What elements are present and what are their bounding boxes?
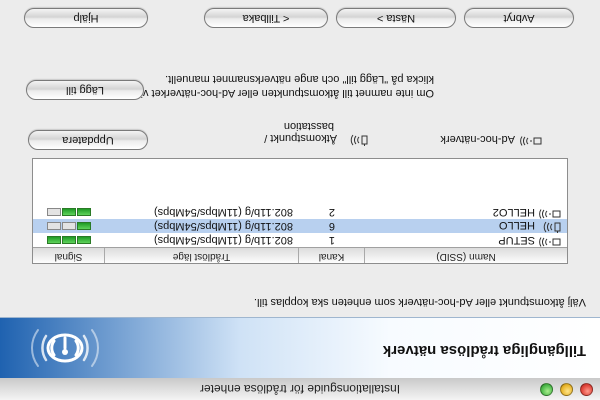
adhoc-network-icon: [518, 133, 542, 146]
signal-bar: [77, 208, 91, 216]
header-banner: Tillgängliga trådlösa nätverk: [0, 317, 600, 378]
table-row[interactable]: SETUP 1 802.11b/g (11Mbps/54Mbps): [33, 233, 567, 247]
back-button[interactable]: < Tillbaka: [204, 8, 328, 28]
add-button[interactable]: Lägg till: [26, 80, 144, 100]
refresh-button[interactable]: Uppdatera: [28, 130, 148, 150]
signal-bar: [62, 222, 76, 230]
ssid-cell: HELLO2: [493, 206, 561, 219]
access-point-icon: [340, 131, 368, 146]
legend-accesspoint: Åtkomstpunkt /: [264, 131, 368, 146]
ssid-name: SETUP: [498, 234, 535, 247]
mode-cell: 802.11b/g (11Mbps/54Mbps): [153, 234, 293, 246]
page-title: Tillgängliga trådlösa nätverk: [382, 342, 586, 359]
signal-bar: [47, 222, 61, 230]
mode-cell: 802.11b/g (11Mbps/54Mbps): [153, 206, 293, 218]
signal-bar: [62, 208, 76, 216]
channel-cell: 6: [328, 220, 335, 232]
signal-bar: [77, 222, 91, 230]
channel-cell: 1: [328, 234, 335, 246]
legend-adhoc-label: Ad-hoc-nätverk: [440, 133, 515, 146]
column-header-signal[interactable]: Signal: [33, 251, 104, 262]
table-header: Namn (SSID) Kanal Trådlöst läge Signal: [33, 247, 567, 263]
network-table[interactable]: Namn (SSID) Kanal Trådlöst läge Signal S…: [32, 158, 568, 264]
column-header-mode[interactable]: Trådlöst läge: [105, 251, 298, 262]
cancel-button[interactable]: Avbryt: [464, 8, 574, 28]
signal-strength-icon: [47, 236, 91, 244]
column-separator: [104, 248, 105, 263]
next-button[interactable]: Nästa >: [336, 8, 456, 28]
table-row[interactable]: HELLO 6 802.11b/g (11Mbps/54Mbps): [33, 219, 567, 233]
signal-strength-icon: [47, 222, 91, 230]
ssid-name: HELLO2: [492, 206, 535, 219]
column-separator: [298, 248, 299, 263]
channel-cell: 2: [328, 206, 335, 218]
legend-accesspoint-label-line1: Åtkomstpunkt /: [264, 132, 337, 145]
rotated-screenshot: Installationsguide för trådlösa enheter …: [0, 0, 600, 400]
signal-bar: [77, 236, 91, 244]
adhoc-network-icon: [537, 234, 561, 247]
signal-bar: [47, 208, 61, 216]
legend-accesspoint-label-line2: basstation: [283, 120, 334, 132]
instruction-text: Välj åtkomstpunkt eller Ad-hoc-nätverk s…: [254, 296, 586, 308]
column-separator: [364, 248, 365, 263]
help-button[interactable]: Hjälp: [24, 8, 148, 28]
mode-cell: 802.11b/g (11Mbps/54Mbps): [153, 220, 293, 232]
title-bar: Installationsguide för trådlösa enheter: [0, 377, 600, 400]
column-header-ssid[interactable]: Namn (SSID): [365, 251, 567, 262]
adhoc-network-icon: [537, 206, 561, 219]
wireless-logo-icon: [31, 329, 99, 367]
ssid-cell: HELLO: [499, 218, 561, 233]
window-title: Installationsguide för trådlösa enheter: [199, 382, 401, 396]
column-header-channel[interactable]: Kanal: [299, 251, 364, 262]
table-row[interactable]: HELLO2 2 802.11b/g (11Mbps/54Mbps): [33, 205, 567, 219]
legend-adhoc: Ad-hoc-nätverk: [440, 133, 542, 146]
access-point-icon: [537, 218, 561, 233]
signal-strength-icon: [47, 208, 91, 216]
ssid-name: HELLO: [498, 219, 535, 232]
signal-bar: [62, 236, 76, 244]
signal-bar: [47, 236, 61, 244]
ssid-cell: SETUP: [498, 234, 561, 247]
installer-window: Installationsguide för trådlösa enheter …: [0, 0, 600, 400]
